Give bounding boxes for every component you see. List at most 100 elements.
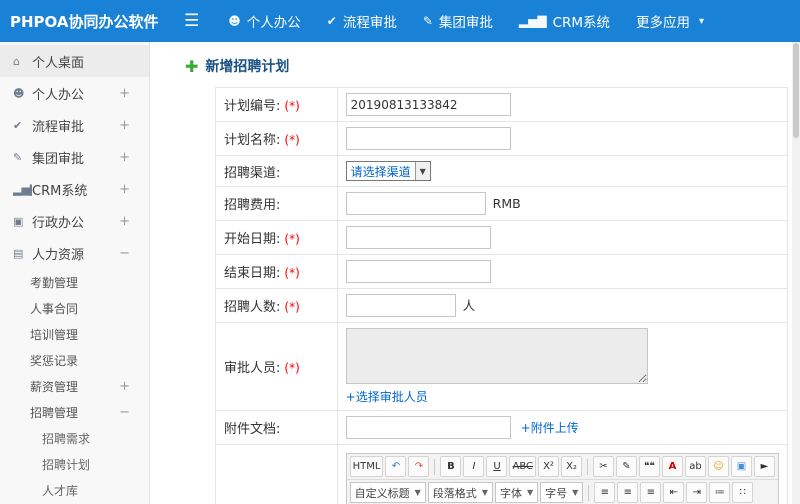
sidebar-item-training[interactable]: 培训管理 <box>0 321 149 347</box>
start-date-input[interactable] <box>345 226 491 249</box>
people-icon: ▤ <box>13 246 24 260</box>
topnav-group-approval[interactable]: ✎ 集团审批 <box>410 0 506 42</box>
ordered-list-button[interactable]: ≔ <box>709 482 731 503</box>
sidebar-item-salary[interactable]: 薪资管理 + <box>0 373 149 399</box>
sidebar-item-label: 个人桌面 <box>32 55 85 71</box>
sidebar-item-process-approval[interactable]: ✔ 流程审批 + <box>0 109 149 141</box>
expand-icon[interactable]: + <box>119 379 130 394</box>
sidebar-item-recruit-demand[interactable]: 招聘需求 <box>0 425 149 451</box>
subscript-button[interactable]: X₂ <box>561 456 582 477</box>
form-row-end-date: 结束日期: (*) <box>215 254 789 289</box>
font-color-button[interactable]: A <box>662 456 683 477</box>
font-family-select[interactable]: 字体 ▼ <box>494 482 539 503</box>
editor-toolbar-row1: HTML ↶ ↷ B I U ABC X² X₂ ✂ ✎ ❝❝ Aab ☺ ▣ ► <box>346 454 778 480</box>
italic-button[interactable]: I <box>463 456 485 477</box>
html-source-button[interactable]: HTML <box>349 456 384 477</box>
heading-select[interactable]: 自定义标题 ▼ <box>349 482 426 503</box>
form-row-plan-name: 计划名称: (*) <box>215 121 789 156</box>
caret-down-icon: ▼ <box>414 162 430 180</box>
align-right-button[interactable]: ≡ <box>640 482 662 503</box>
sidebar-item-label: 奖惩记录 <box>30 353 79 368</box>
align-left-button[interactable]: ≡ <box>594 482 616 503</box>
user-icon: ☻ <box>228 14 241 28</box>
topnav-personal-office[interactable]: ☻ 个人办公 <box>215 0 314 42</box>
format-brush-button[interactable]: ✎ <box>616 456 637 477</box>
approver-link[interactable]: +选择审批人员 <box>346 390 428 404</box>
attachment-link[interactable]: +附件上传 <box>521 421 579 435</box>
select-label: 段落格式 <box>432 486 477 500</box>
redo-button[interactable]: ↷ <box>408 456 430 477</box>
form-row-channel: 招聘渠道: 请选择渠道 ▼ <box>215 155 789 187</box>
outdent-button[interactable]: ⇤ <box>663 482 685 503</box>
sidebar-item-desktop[interactable]: ⌂ 个人桌面 <box>0 45 149 77</box>
sidebar-item-personal-office[interactable]: ☻ 个人办公 + <box>0 77 149 109</box>
sidebar-item-human-resources[interactable]: ▤ 人力资源 − <box>0 237 149 269</box>
field-label: 计划名称: <box>224 133 281 148</box>
scrollbar-thumb[interactable] <box>793 43 799 138</box>
page-layout: ⌂ 个人桌面 ☻ 个人办公 + ✔ 流程审批 + ✎ 集团审批 + ▂▅▇CRM系统 + ▣ 行政办公 + ▤ 人… <box>0 42 800 504</box>
collapse-icon[interactable]: − <box>119 405 130 420</box>
collapse-icon[interactable]: − <box>119 246 130 261</box>
plan-no-input[interactable] <box>345 93 511 116</box>
emoticon-button[interactable]: ☺ <box>708 456 729 477</box>
expand-icon[interactable]: + <box>119 182 130 197</box>
sidebar-item-label: 集团审批 <box>32 151 85 167</box>
underline-button[interactable]: U <box>486 456 508 477</box>
recruit-plan-form: 计划编号:(*)计划名称:(*)招聘渠道:请选择渠道▼招聘费用:RMB开始日期:… <box>215 87 789 504</box>
page-scrollbar[interactable] <box>792 42 800 504</box>
sidebar-item-rewards[interactable]: 奖惩记录 <box>0 347 149 373</box>
sidebar-item-attendance[interactable]: 考勤管理 <box>0 269 149 295</box>
image-button[interactable]: ▣ <box>731 456 752 477</box>
attachment-input[interactable] <box>345 416 511 439</box>
topbar: PHPOA协同办公软件 ☰ ☻ 个人办公 ✔ 流程审批 ✎ 集团审批 ▂▅▇ CRM系统 更多应… <box>0 0 800 42</box>
sidebar-item-label: 考勤管理 <box>30 275 79 290</box>
sidebar-item-label: 招聘管理 <box>30 405 79 420</box>
superscript-button[interactable]: X² <box>538 456 559 477</box>
form-row-editor: HTML ↶ ↷ B I U ABC X² X₂ ✂ ✎ ❝❝ Aab ☺ ▣ ► 自定义标题 ▼ 段落格式 ▼ 字体 ▼… <box>215 444 789 504</box>
expand-icon[interactable]: + <box>119 214 130 229</box>
bold-button[interactable]: B <box>440 456 462 477</box>
indent-button[interactable]: ⇥ <box>686 482 708 503</box>
sidebar-item-crm-system[interactable]: ▂▅▇CRM系统 + <box>0 173 149 205</box>
sidebar-item-hr-contract[interactable]: 人事合同 <box>0 295 149 321</box>
font-size-select[interactable]: 字号 ▼ <box>540 482 584 503</box>
media-button[interactable]: ► <box>754 456 775 477</box>
expand-icon[interactable]: + <box>119 118 130 133</box>
headcount-input[interactable] <box>345 294 456 317</box>
blockquote-button[interactable]: ❝❝ <box>639 456 660 477</box>
form-row-attachment: 附件文档: +附件上传 <box>215 410 789 445</box>
channel-select[interactable]: 请选择渠道 ▼ <box>345 161 431 181</box>
align-center-button[interactable]: ≡ <box>617 482 639 503</box>
page-title: ✚ 新增招聘计划 <box>185 56 790 76</box>
sidebar-item-label: 招聘需求 <box>42 431 91 446</box>
app-title: PHPOA协同办公软件 <box>10 12 159 31</box>
toolbar-separator <box>588 484 590 501</box>
menu-icon[interactable]: ☰ <box>158 11 215 31</box>
sidebar-item-recruit-plan[interactable]: 招聘计划 <box>0 451 149 477</box>
paragraph-select[interactable]: 段落格式 ▼ <box>427 482 493 503</box>
field-suffix: RMB <box>492 195 521 211</box>
end-date-input[interactable] <box>345 260 491 283</box>
sidebar-item-group-approval[interactable]: ✎ 集团审批 + <box>0 141 149 173</box>
fee-input[interactable] <box>345 192 486 215</box>
required-mark: (*) <box>284 361 300 375</box>
sidebar-item-label: 流程审批 <box>32 119 85 135</box>
topnav-more-apps[interactable]: 更多应用 ▾ <box>623 0 717 42</box>
highlight-button[interactable]: ab <box>685 456 706 477</box>
field-label: 附件文档: <box>224 422 281 437</box>
sidebar-item-admin-office[interactable]: ▣ 行政办公 + <box>0 205 149 237</box>
topnav-crm-system[interactable]: ▂▅▇ CRM系统 <box>506 0 623 42</box>
approver-textarea[interactable] <box>345 328 648 384</box>
remove-format-button[interactable]: ✂ <box>593 456 614 477</box>
sidebar-item-talent-pool[interactable]: 人才库 <box>0 477 149 503</box>
caret-down-icon: ▾ <box>699 15 705 27</box>
expand-icon[interactable]: + <box>119 86 130 101</box>
expand-icon[interactable]: + <box>119 150 130 165</box>
undo-button[interactable]: ↶ <box>385 456 407 477</box>
toolbar-separator <box>434 458 436 475</box>
topnav-process-approval[interactable]: ✔ 流程审批 <box>314 0 410 42</box>
plan-name-input[interactable] <box>345 127 511 150</box>
sidebar-item-recruitment[interactable]: 招聘管理 − <box>0 399 149 425</box>
strikethrough-button[interactable]: ABC <box>509 456 536 477</box>
unordered-list-button[interactable]: ∷ <box>732 482 754 503</box>
